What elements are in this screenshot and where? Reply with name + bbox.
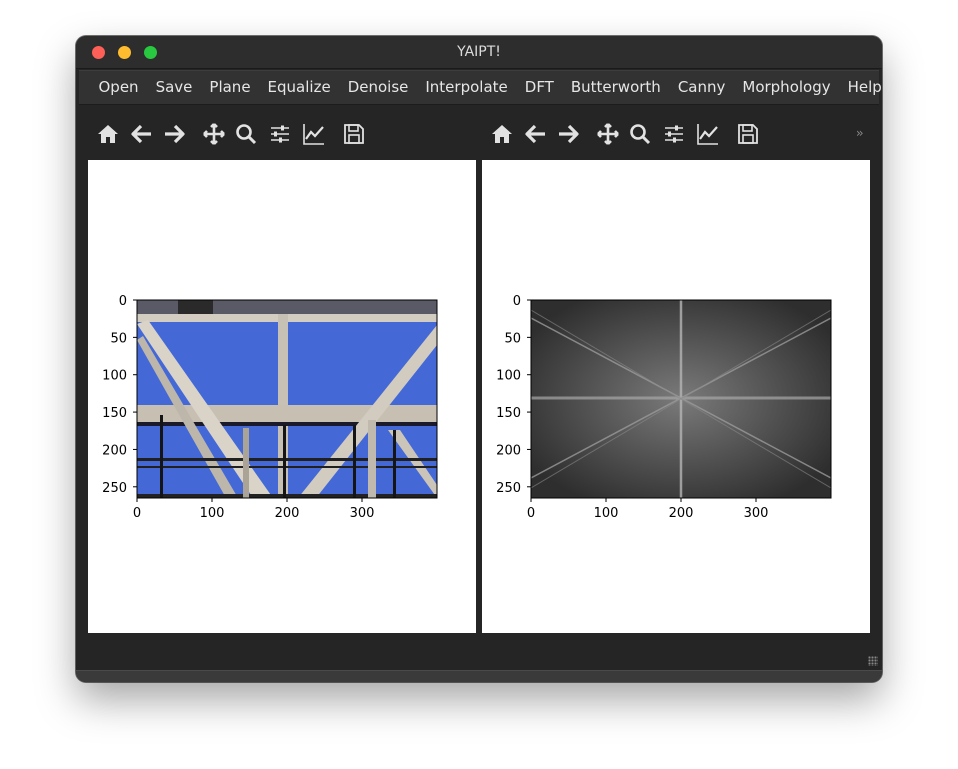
- back-button[interactable]: [128, 120, 156, 148]
- y-tick-label: 250: [496, 481, 521, 496]
- window-title: YAIPT!: [457, 44, 501, 60]
- x-tick-label: 100: [200, 506, 225, 521]
- resize-grip-icon[interactable]: [868, 656, 878, 666]
- zoom-button[interactable]: [626, 120, 654, 148]
- back-arrow-icon: [131, 124, 151, 144]
- forward-button[interactable]: [554, 120, 582, 148]
- save-figure-button[interactable]: [340, 120, 368, 148]
- y-tick-label: 150: [496, 406, 521, 421]
- original-image-plot: 0 100 200 300 0 50 100 150 200 250: [102, 294, 438, 521]
- axes-edit-icon: [303, 124, 324, 145]
- back-button[interactable]: [522, 120, 550, 148]
- menu-bar: Open Save Plane Equalize Denoise Interpo…: [79, 70, 882, 105]
- title-bar: YAIPT!: [76, 36, 882, 69]
- menu-plane[interactable]: Plane: [201, 70, 259, 105]
- zoom-button[interactable]: [232, 120, 260, 148]
- app-window: YAIPT! Open Save Plane Equalize Denoise …: [76, 36, 882, 682]
- home-icon: [98, 125, 118, 143]
- x-tick-label: 200: [275, 506, 300, 521]
- menu-denoise[interactable]: Denoise: [339, 70, 417, 105]
- axes-edit-button[interactable]: [694, 120, 722, 148]
- y-tick-label: 50: [504, 331, 521, 346]
- home-icon: [492, 125, 512, 143]
- pan-icon: [203, 123, 225, 145]
- x-tick-label: 300: [744, 506, 769, 521]
- subplots-config-icon: [271, 125, 289, 143]
- menu-help[interactable]: Help: [839, 70, 882, 105]
- menu-equalize[interactable]: Equalize: [259, 70, 339, 105]
- original-image-canvas[interactable]: 0 100 200 300 0 50 100 150 200 250: [88, 160, 476, 633]
- save-figure-button[interactable]: [734, 120, 762, 148]
- axes-edit-icon: [697, 124, 718, 145]
- back-arrow-icon: [525, 124, 545, 144]
- save-figure-icon: [344, 124, 364, 144]
- pan-icon: [597, 123, 619, 145]
- home-button[interactable]: [94, 120, 122, 148]
- forward-arrow-icon: [559, 124, 579, 144]
- menu-interpolate[interactable]: Interpolate: [417, 70, 516, 105]
- y-tick-label: 0: [119, 294, 127, 309]
- home-button[interactable]: [488, 120, 516, 148]
- y-tick-label: 250: [102, 481, 127, 496]
- toolbar-overflow-icon[interactable]: ››: [856, 126, 863, 140]
- zoom-icon: [630, 124, 651, 145]
- y-tick-label: 200: [102, 443, 127, 458]
- menu-save[interactable]: Save: [147, 70, 201, 105]
- status-bar: [76, 634, 882, 670]
- x-tick-label: 0: [527, 506, 535, 521]
- forward-arrow-icon: [165, 124, 185, 144]
- save-figure-icon: [738, 124, 758, 144]
- menu-morphology[interactable]: Morphology: [734, 70, 839, 105]
- subplots-config-icon: [665, 125, 683, 143]
- subplots-config-button[interactable]: [266, 120, 294, 148]
- dft-spectrum: [531, 300, 831, 498]
- y-tick-label: 100: [102, 369, 127, 384]
- y-tick-label: 150: [102, 406, 127, 421]
- axes-edit-button[interactable]: [300, 120, 328, 148]
- window-bottom-edge: [76, 670, 882, 682]
- y-tick-label: 200: [496, 443, 521, 458]
- subplots-config-button[interactable]: [660, 120, 688, 148]
- pan-button[interactable]: [594, 120, 622, 148]
- x-tick-label: 200: [669, 506, 694, 521]
- dft-spectrum-plot: 0 100 200 300 0 50 100 150 200 250: [496, 294, 832, 521]
- y-tick-label: 100: [496, 369, 521, 384]
- forward-button[interactable]: [160, 120, 188, 148]
- y-tick-label: 0: [513, 294, 521, 309]
- menu-butterworth[interactable]: Butterworth: [562, 70, 669, 105]
- pan-button[interactable]: [200, 120, 228, 148]
- zoom-icon: [236, 124, 257, 145]
- menu-dft[interactable]: DFT: [516, 70, 562, 105]
- original-image: [137, 300, 437, 498]
- y-tick-label: 50: [110, 331, 127, 346]
- dft-spectrum-canvas[interactable]: 0 100 200 300 0 50 100 150 200 250: [482, 160, 870, 633]
- x-tick-label: 0: [133, 506, 141, 521]
- x-tick-label: 100: [594, 506, 619, 521]
- menu-canny[interactable]: Canny: [669, 70, 734, 105]
- menu-open[interactable]: Open: [90, 70, 147, 105]
- x-tick-label: 300: [350, 506, 375, 521]
